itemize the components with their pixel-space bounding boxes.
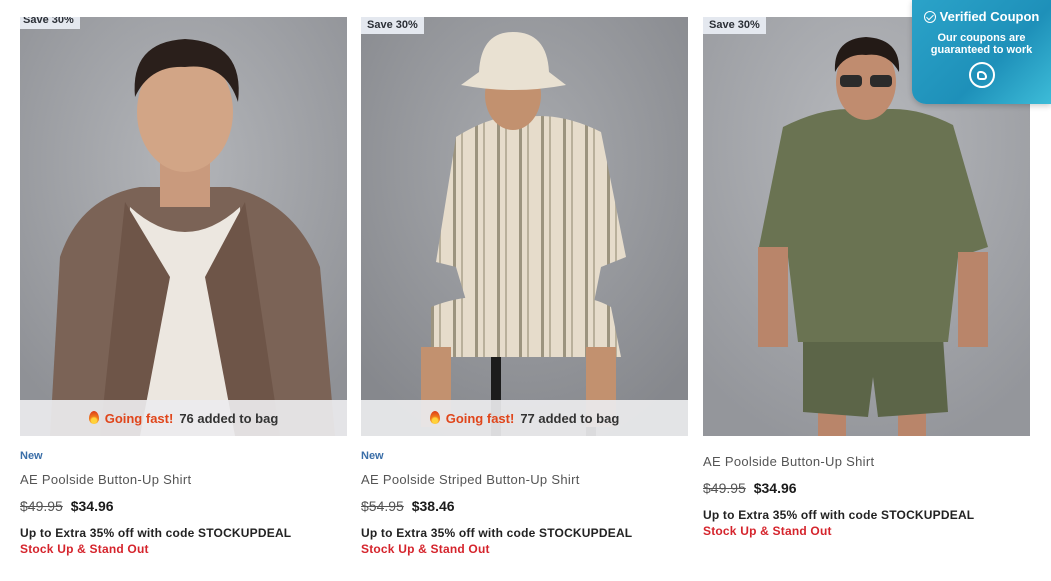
added-to-bag-count: 76 added to bag — [179, 410, 279, 426]
product-info: New AE Poolside Button-Up Shirt $49.95 $… — [20, 436, 347, 556]
promo-tag: Stock Up & Stand Out — [703, 524, 832, 538]
promo-text: Up to Extra 35% off with code STOCKUPDEA… — [361, 526, 633, 540]
discount-badge: Save 30% — [20, 17, 80, 29]
product-card[interactable]: Save 30% Going fast! 76 added to bag New… — [20, 17, 347, 556]
new-flag: New — [361, 450, 384, 462]
price-row: $54.95 $38.46 — [361, 498, 688, 514]
added-to-bag-count: 77 added to bag — [520, 410, 620, 426]
sale-price: $34.96 — [70, 498, 114, 514]
promo-text: Up to Extra 35% off with code STOCKUPDEA… — [703, 508, 975, 522]
coupon-subtitle: Our coupons are guaranteed to work — [930, 32, 1033, 56]
original-price: $54.95 — [361, 498, 404, 514]
sale-price: $38.46 — [411, 498, 455, 514]
product-info: AE Poolside Button-Up Shirt $49.95 $34.9… — [703, 436, 1030, 538]
price-row: $49.95 $34.96 — [703, 480, 1030, 496]
promo-tag: Stock Up & Stand Out — [20, 542, 149, 556]
promo-text: Up to Extra 35% off with code STOCKUPDEA… — [20, 526, 292, 540]
fire-icon — [429, 410, 440, 424]
original-price: $49.95 — [703, 480, 746, 496]
product-card[interactable]: Save 30% Going fast! 77 added to bag New… — [361, 17, 688, 556]
product-grid: Save 30% Going fast! 76 added to bag New… — [0, 0, 1051, 581]
urgency-label: Going fast! — [445, 410, 515, 426]
price-row: $49.95 $34.96 — [20, 498, 347, 514]
check-circle-icon — [923, 10, 936, 23]
product-image[interactable]: Save 30% Going fast! 76 added to bag — [20, 17, 347, 436]
product-info: New AE Poolside Striped Button-Up Shirt … — [361, 436, 688, 556]
model-photo-striped-set — [361, 17, 688, 436]
product-image[interactable]: Save 30% Going fast! 77 added to bag — [361, 17, 688, 436]
coupon-logo-icon[interactable] — [968, 62, 995, 88]
product-name[interactable]: AE Poolside Button-Up Shirt — [703, 454, 1030, 469]
urgency-label: Going fast! — [104, 410, 174, 426]
new-flag: New — [20, 450, 43, 462]
model-photo-brown-shirt — [20, 17, 347, 436]
product-name[interactable]: AE Poolside Button-Up Shirt — [20, 472, 347, 487]
product-name[interactable]: AE Poolside Striped Button-Up Shirt — [361, 472, 688, 487]
original-price: $49.95 — [20, 498, 63, 514]
coupon-title: Verified Coupon — [939, 9, 1040, 24]
discount-badge: Save 30% — [703, 17, 766, 34]
promo-tag: Stock Up & Stand Out — [361, 542, 490, 556]
urgency-banner: Going fast! 76 added to bag — [20, 400, 347, 436]
verified-coupon-widget[interactable]: Verified Coupon Our coupons are guarante… — [912, 0, 1051, 104]
discount-badge: Save 30% — [361, 17, 424, 34]
fire-icon — [88, 410, 99, 424]
sale-price: $34.96 — [753, 480, 797, 496]
urgency-banner: Going fast! 77 added to bag — [361, 400, 688, 436]
coupon-title-row: Verified Coupon — [912, 9, 1051, 24]
